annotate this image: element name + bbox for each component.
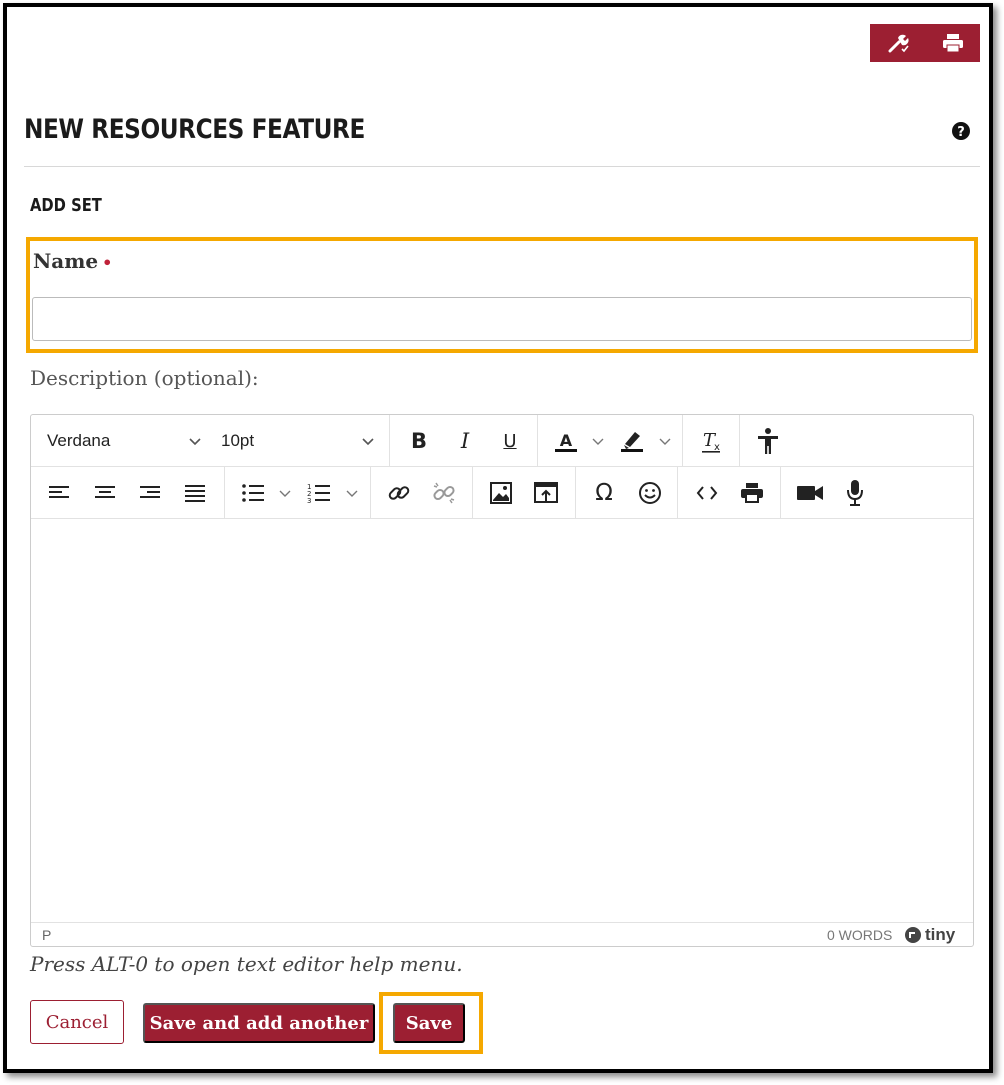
italic-icon[interactable]: I: [451, 425, 479, 457]
chevron-down-icon: [592, 438, 604, 445]
name-input[interactable]: [32, 297, 972, 341]
toolbar-separator: [677, 467, 678, 519]
font-family-select[interactable]: Verdana: [47, 425, 197, 457]
editor-toolbar-row-1: Verdana 10pt B I U A Tx: [31, 415, 973, 467]
description-label: Description (optional):: [30, 366, 259, 390]
image-icon[interactable]: [486, 477, 516, 509]
toolbar-separator: [370, 467, 371, 519]
toolbar-separator: [224, 467, 225, 519]
align-right-icon[interactable]: [136, 477, 164, 509]
editor-content-area[interactable]: [31, 520, 973, 922]
accessibility-icon[interactable]: [753, 425, 783, 457]
microphone-icon[interactable]: [841, 477, 869, 509]
toolbar-separator: [537, 415, 538, 467]
toolbar-separator: [682, 415, 683, 467]
toolbar-separator: [389, 415, 390, 467]
toolbar-separator: [575, 467, 576, 519]
chevron-down-icon: [189, 438, 201, 446]
toolbar-separator: [739, 415, 740, 467]
rich-text-editor: Verdana 10pt B I U A Tx 1 2 3 Ω P 0 WORD…: [30, 414, 974, 947]
embed-icon[interactable]: [531, 477, 561, 509]
chevron-down-icon: [362, 438, 374, 446]
toolbar-separator: [472, 467, 473, 519]
align-left-icon[interactable]: [45, 477, 73, 509]
tiny-logo-text: tiny: [925, 925, 956, 944]
name-label-text: Name: [33, 249, 99, 273]
help-icon[interactable]: ?: [951, 121, 971, 141]
toolbar-separator: [780, 467, 781, 519]
chevron-down-icon: [279, 490, 291, 497]
name-label: Name •: [33, 249, 112, 273]
align-center-icon[interactable]: [91, 477, 119, 509]
required-marker: •: [102, 253, 113, 272]
chevron-down-icon: [346, 490, 358, 497]
underline-icon[interactable]: U: [496, 425, 524, 457]
print-icon[interactable]: [737, 477, 767, 509]
bold-icon[interactable]: B: [405, 425, 433, 457]
save-and-add-another-button[interactable]: Save and add another: [143, 1003, 375, 1043]
font-size-select[interactable]: 10pt: [221, 425, 371, 457]
chevron-down-icon: [659, 438, 671, 445]
page-tools: [870, 24, 980, 62]
emoji-icon[interactable]: [635, 477, 665, 509]
word-count[interactable]: 0 WORDS: [827, 927, 892, 943]
page-title: NEW RESOURCES FEATURE: [24, 114, 365, 145]
highlight-color-icon[interactable]: [617, 425, 647, 457]
video-icon[interactable]: [794, 477, 826, 509]
numbered-list-icon[interactable]: 123: [305, 477, 333, 509]
editor-toolbar-row-2: 123 Ω: [31, 467, 973, 519]
cancel-button[interactable]: Cancel: [30, 1000, 124, 1044]
wrench-icon[interactable]: [878, 26, 918, 60]
svg-text:?: ?: [957, 125, 965, 140]
font-family-value: Verdana: [47, 431, 111, 450]
link-icon[interactable]: [384, 477, 414, 509]
source-code-icon[interactable]: [692, 477, 722, 509]
unlink-icon[interactable]: [429, 477, 459, 509]
save-button[interactable]: Save: [393, 1003, 465, 1043]
clear-formatting-icon[interactable]: Tx: [697, 425, 727, 457]
font-size-value: 10pt: [221, 431, 255, 450]
justify-icon[interactable]: [181, 477, 209, 509]
svg-text:3: 3: [307, 497, 311, 504]
tiny-logo-icon: [905, 927, 921, 943]
tiny-logo[interactable]: tiny: [904, 925, 955, 945]
title-divider: [24, 166, 980, 167]
element-path[interactable]: P: [42, 927, 51, 943]
text-color-icon[interactable]: A: [551, 425, 581, 457]
editor-status-bar: P 0 WORDS tiny: [31, 922, 973, 947]
section-title: ADD SET: [30, 195, 102, 216]
print-icon[interactable]: [933, 26, 973, 60]
special-char-icon[interactable]: Ω: [589, 477, 619, 509]
bullet-list-icon[interactable]: [239, 477, 267, 509]
svg-text:A: A: [560, 431, 573, 450]
editor-help-text: Press ALT-0 to open text editor help men…: [30, 952, 463, 976]
